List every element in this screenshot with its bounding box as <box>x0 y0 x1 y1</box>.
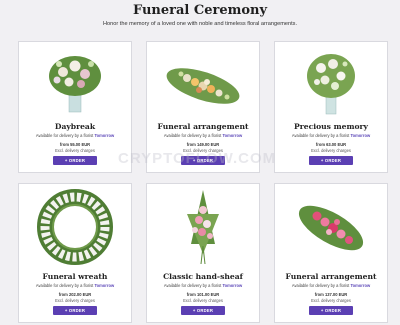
price-note: Excl. delivery charges <box>183 148 223 153</box>
product-image-classic-hand-sheaf[interactable] <box>147 184 259 270</box>
order-button[interactable]: + ORDER <box>309 156 353 165</box>
order-button[interactable]: + ORDER <box>53 306 97 315</box>
order-button[interactable]: + ORDER <box>309 306 353 315</box>
product-image-funeral-wreath[interactable] <box>19 184 131 270</box>
product-image-funeral-arrangement-pink[interactable] <box>275 184 387 270</box>
delivery-info: Available for delivery by a florist Tomo… <box>35 283 115 288</box>
delivery-info: Available for delivery by a florist Tomo… <box>291 133 371 138</box>
product-image-daybreak[interactable] <box>19 42 131 120</box>
delivery-info: Available for delivery by a florist Tomo… <box>163 133 243 138</box>
product-price: from 137.00 EUR <box>314 292 348 297</box>
product-price: from 101.00 EUR <box>186 292 220 297</box>
product-price: from 202.00 EUR <box>58 292 92 297</box>
product-image-precious-memory[interactable] <box>275 42 387 120</box>
delivery-info: Available for delivery by a florist Tomo… <box>35 133 115 138</box>
page-subtitle: Honor the memory of a loved one with nob… <box>102 21 298 27</box>
product-image-funeral-arrangement[interactable] <box>147 42 259 120</box>
product-title[interactable]: Daybreak <box>19 122 131 131</box>
price-note: Excl. delivery charges <box>311 298 351 303</box>
price-note: Excl. delivery charges <box>55 148 95 153</box>
product-title[interactable]: Classic hand-sheaf <box>147 272 259 281</box>
product-card-classic-hand-sheaf[interactable]: Classic hand-sheaf Available for deliver… <box>146 183 260 323</box>
product-price: from 149.00 EUR <box>186 142 220 147</box>
delivery-info: Available for delivery by a florist Tomo… <box>291 283 371 288</box>
delivery-info: Available for delivery by a florist Tomo… <box>163 283 243 288</box>
product-card-funeral-arrangement[interactable]: Funeral arrangement Available for delive… <box>146 41 260 173</box>
price-note: Excl. delivery charges <box>183 298 223 303</box>
order-button[interactable]: + ORDER <box>53 156 97 165</box>
price-note: Excl. delivery charges <box>311 148 351 153</box>
product-title[interactable]: Precious memory <box>275 122 387 131</box>
page-title: Funeral Ceremony <box>132 3 268 18</box>
product-price: from 55.00 EUR <box>59 142 91 147</box>
product-price: from 63.00 EUR <box>315 142 347 147</box>
product-title[interactable]: Funeral wreath <box>19 272 131 281</box>
product-title[interactable]: Funeral arrangement <box>147 122 259 131</box>
product-title[interactable]: Funeral arrangement <box>275 272 387 281</box>
product-grid: Daybreak Available for delivery by a flo… <box>18 41 388 323</box>
product-card-daybreak[interactable]: Daybreak Available for delivery by a flo… <box>18 41 132 173</box>
order-button[interactable]: + ORDER <box>181 156 225 165</box>
product-card-precious-memory[interactable]: Precious memory Available for delivery b… <box>274 41 388 173</box>
product-card-funeral-arrangement-pink[interactable]: Funeral arrangement Available for delive… <box>274 183 388 323</box>
price-note: Excl. delivery charges <box>55 298 95 303</box>
product-card-funeral-wreath[interactable]: Funeral wreath Available for delivery by… <box>18 183 132 323</box>
order-button[interactable]: + ORDER <box>181 306 225 315</box>
